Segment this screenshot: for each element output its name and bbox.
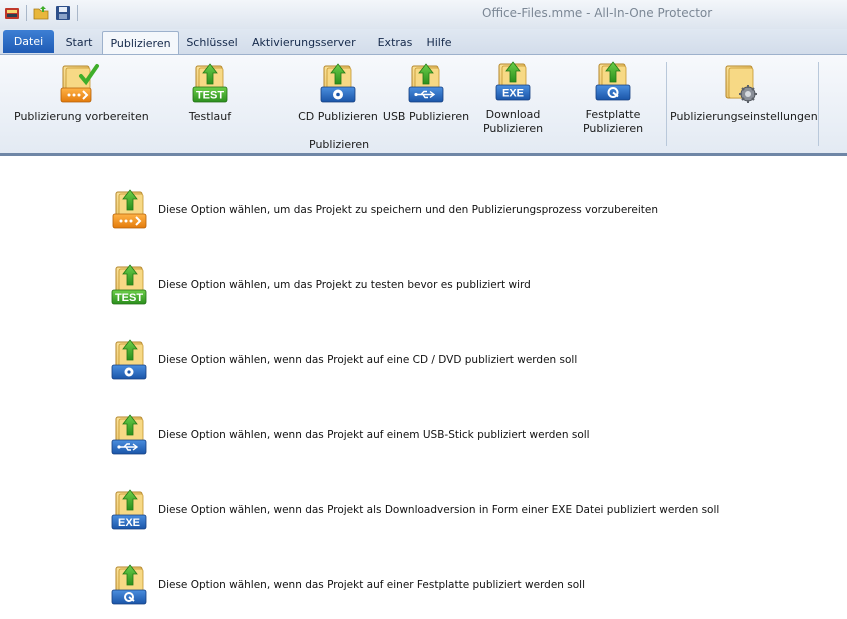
svg-text:EXE: EXE (502, 88, 524, 100)
option-row-exe[interactable]: EXE Diese Option wählen, wenn das Projek… (110, 488, 719, 532)
tab-schluessel[interactable]: Schlüssel (184, 31, 240, 54)
tab-datei[interactable]: Datei (3, 30, 54, 53)
usb-publish-icon (111, 414, 147, 455)
option-row-harddisk[interactable]: Diese Option wählen, wenn das Projekt au… (110, 563, 585, 607)
open-folder-icon[interactable] (33, 5, 49, 21)
exe-download-icon: EXE (495, 61, 531, 101)
download-publish-label-line1: Download (485, 108, 541, 121)
usb-publish-icon (408, 63, 444, 103)
option-row-test[interactable]: TEST Diese Option wählen, um das Projekt… (110, 263, 531, 307)
publish-settings-label: Publizierungseinstellungen (670, 110, 818, 123)
test-run-icon: TEST (192, 63, 228, 103)
ribbon-bottom-border (0, 153, 847, 156)
harddisk-publish-icon (595, 61, 631, 101)
prepare-publish-button[interactable]: Publizierung vorbereiten (14, 62, 149, 124)
tab-hilfe[interactable]: Hilfe (422, 31, 456, 54)
ribbon-tabs: Datei Start Publizieren Schlüssel Aktivi… (0, 29, 847, 56)
option-row-cd[interactable]: Diese Option wählen, wenn das Projekt au… (110, 338, 577, 382)
option-text-usb: Diese Option wählen, wenn das Projekt au… (158, 429, 590, 441)
test-run-button[interactable]: TEST Testlauf (180, 62, 240, 124)
app-icon[interactable] (4, 5, 20, 21)
publish-settings-icon (725, 65, 757, 103)
svg-text:EXE: EXE (118, 517, 140, 529)
option-text-test: Diese Option wählen, um das Projekt zu t… (158, 279, 531, 291)
prepare-publish-icon (60, 64, 99, 103)
prepare-publish-label: Publizierung vorbereiten (14, 110, 149, 123)
svg-text:TEST: TEST (196, 90, 224, 102)
ribbon-group-label: Publizieren (309, 138, 370, 151)
harddisk-publish-label-line2: Publizieren (582, 122, 644, 135)
option-text-exe: Diese Option wählen, wenn das Projekt al… (158, 504, 720, 516)
option-row-prepare[interactable]: Diese Option wählen, um das Projekt zu s… (110, 188, 658, 232)
title-bar: Office-Files.mme - All-In-One Protector (0, 0, 847, 29)
cd-publish-icon (111, 339, 147, 380)
test-run-label: Testlauf (188, 110, 232, 123)
download-publish-button[interactable]: EXE Download Publizieren (476, 60, 550, 136)
harddisk-publish-label-line1: Festplatte (585, 108, 641, 121)
tab-extras[interactable]: Extras (374, 31, 416, 54)
cd-publish-button[interactable]: CD Publizieren (296, 62, 380, 124)
ribbon-group-separator (818, 62, 819, 146)
test-run-icon: TEST (111, 264, 147, 305)
harddisk-publish-button[interactable]: Festplatte Publizieren (576, 60, 650, 136)
tab-start[interactable]: Start (60, 31, 98, 54)
usb-publish-label: USB Publizieren (382, 110, 470, 123)
quick-access-toolbar (4, 5, 78, 21)
window-title: Office-Files.mme - All-In-One Protector (482, 6, 713, 20)
tab-publizieren[interactable]: Publizieren (102, 31, 179, 56)
harddisk-publish-icon (111, 564, 147, 605)
ribbon-group-separator (666, 62, 667, 146)
option-text-prepare: Diese Option wählen, um das Projekt zu s… (158, 204, 658, 216)
svg-text:TEST: TEST (115, 292, 143, 304)
option-row-usb[interactable]: Diese Option wählen, wenn das Projekt au… (110, 413, 590, 457)
tab-aktivierungsserver[interactable]: Aktivierungsserver (252, 31, 356, 54)
toolbar-separator (26, 5, 27, 21)
prepare-publish-icon (112, 189, 147, 229)
toolbar-separator (77, 5, 78, 21)
cd-publish-icon (320, 63, 356, 103)
download-publish-label-line2: Publizieren (482, 122, 544, 135)
publish-settings-button[interactable]: Publizierungseinstellungen (670, 62, 818, 124)
usb-publish-button[interactable]: USB Publizieren (382, 62, 470, 124)
exe-download-icon: EXE (111, 489, 147, 530)
save-icon[interactable] (55, 5, 71, 21)
option-text-harddisk: Diese Option wählen, wenn das Projekt au… (158, 579, 586, 591)
cd-publish-label: CD Publizieren (298, 110, 378, 123)
option-text-cd: Diese Option wählen, wenn das Projekt au… (158, 354, 578, 366)
